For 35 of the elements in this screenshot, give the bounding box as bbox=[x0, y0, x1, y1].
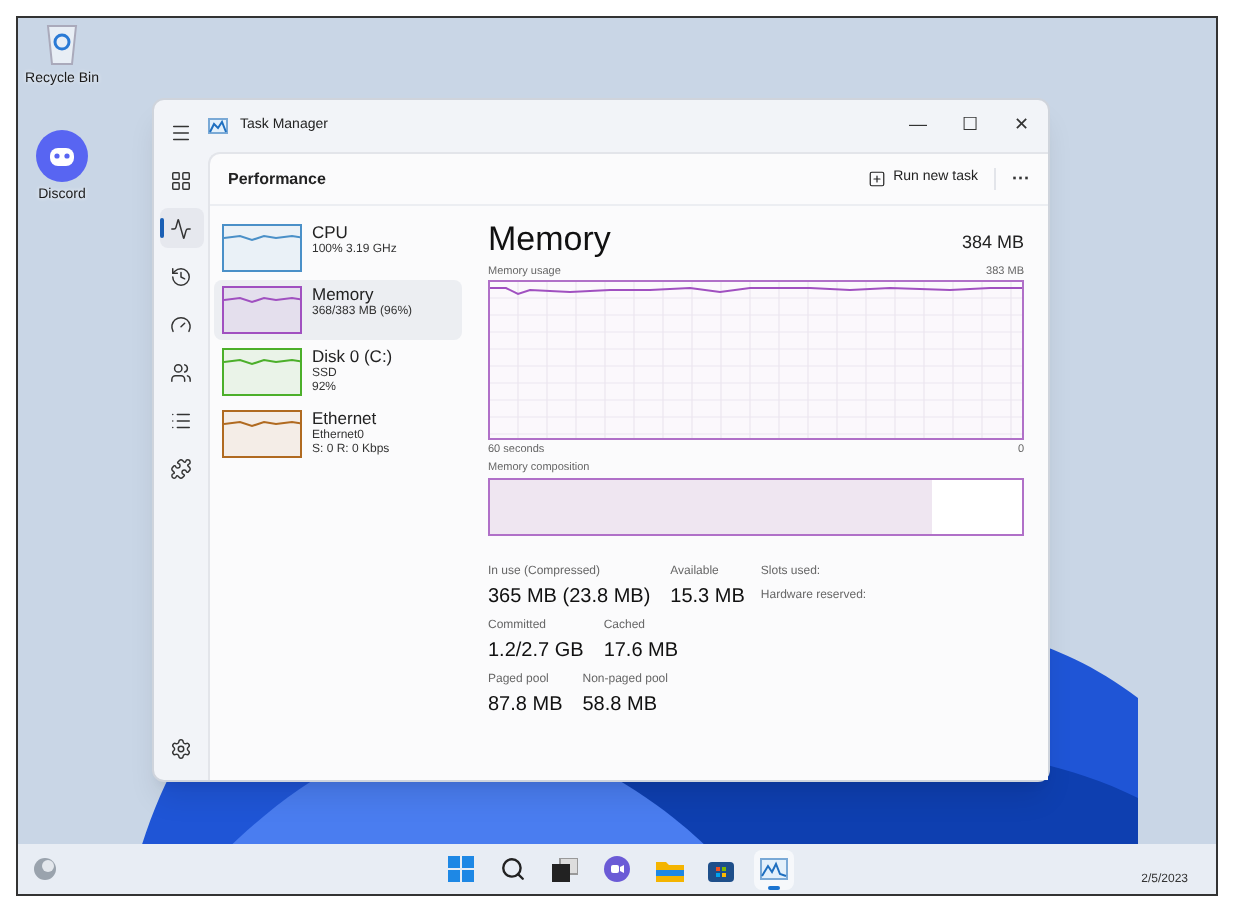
page-title: Performance bbox=[228, 167, 326, 191]
stat-value: 17.6 MB bbox=[603, 637, 679, 666]
close-button[interactable]: ✕ bbox=[996, 112, 1048, 140]
history-icon bbox=[170, 265, 192, 287]
processes-icon bbox=[170, 169, 192, 191]
settings-icon bbox=[170, 737, 192, 759]
performance-icon bbox=[170, 217, 192, 239]
device-name: Disk 0 (C:) bbox=[312, 348, 393, 367]
stat-value: 58.8 MB bbox=[582, 691, 659, 720]
more-button[interactable]: ··· bbox=[996, 165, 1030, 193]
folder-icon bbox=[655, 857, 683, 881]
search-icon bbox=[500, 856, 526, 882]
windows-logo-icon bbox=[448, 856, 474, 882]
stat-value: 87.8 MB bbox=[488, 691, 563, 720]
chat-icon bbox=[604, 856, 630, 882]
device-name: Ethernet bbox=[312, 410, 379, 429]
menu-icon bbox=[170, 121, 192, 143]
task-view-icon bbox=[552, 857, 578, 881]
stat-value: 15.3 MB bbox=[670, 583, 745, 612]
memory-total: 384 MB bbox=[961, 229, 1024, 255]
nav-button[interactable] bbox=[159, 208, 203, 248]
detail-title: Memory bbox=[488, 222, 611, 256]
new-task-icon bbox=[867, 170, 886, 188]
minimize-button[interactable]: — bbox=[892, 112, 944, 140]
startup-icon bbox=[170, 313, 192, 335]
stat-value: 365 MB (23.8 MB) bbox=[488, 583, 651, 612]
graph-icon bbox=[759, 858, 787, 880]
users-icon bbox=[170, 361, 192, 383]
app-graph-icon bbox=[208, 118, 228, 134]
device-name: Memory bbox=[312, 286, 376, 305]
maximize-button[interactable]: ☐ bbox=[944, 112, 996, 140]
stat-value: 1.2/2.7 GB bbox=[488, 637, 584, 666]
recycle-bin-icon[interactable] bbox=[44, 22, 80, 66]
device-name: CPU bbox=[312, 224, 350, 243]
services-icon bbox=[170, 457, 192, 479]
